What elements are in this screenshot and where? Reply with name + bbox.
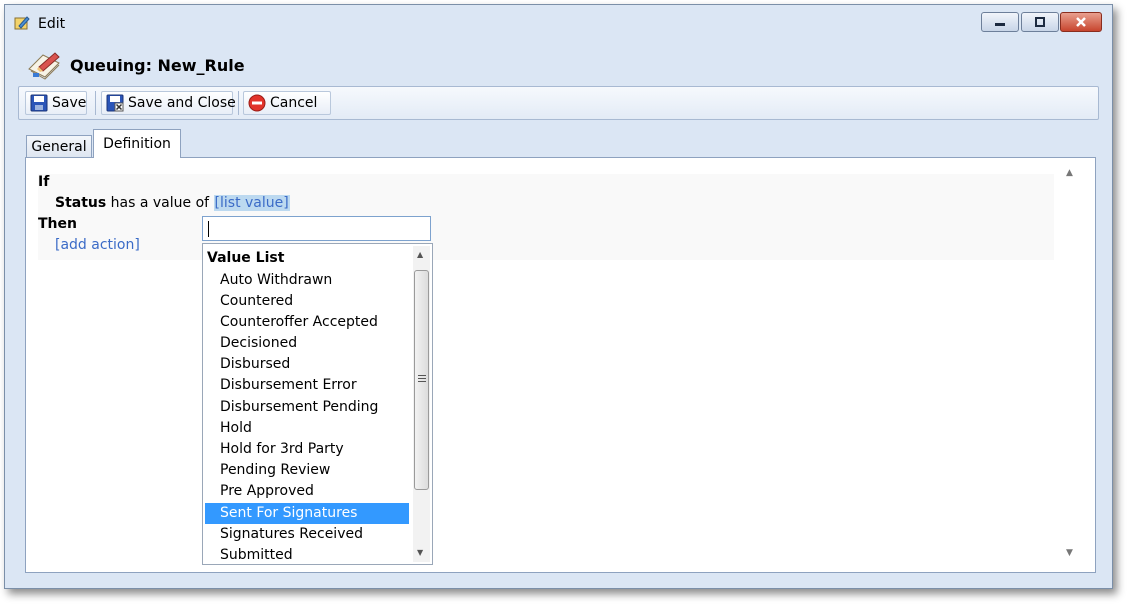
if-label: If: [38, 174, 50, 190]
floppy-close-icon: [106, 94, 124, 112]
toolbar-separator: [238, 91, 239, 115]
scroll-down-icon[interactable]: ▼: [417, 548, 423, 557]
tab-general[interactable]: General: [26, 135, 92, 158]
grip-icon: [418, 375, 426, 384]
add-action-link[interactable]: [add action]: [55, 237, 140, 253]
save-label: Save: [52, 95, 87, 111]
page-title: Queuing: New_Rule: [70, 56, 245, 75]
condition-operator: has a value of: [110, 195, 210, 211]
value-search-input[interactable]: [202, 216, 431, 241]
window-title: Edit: [38, 16, 66, 32]
value-list-item-selected[interactable]: Sent For Signatures: [205, 503, 409, 524]
toolbar: Save Save and Close Cancel: [18, 86, 1099, 120]
close-button[interactable]: [1060, 12, 1102, 32]
edit-pencil-icon: [13, 14, 31, 32]
value-list-scrollbar[interactable]: ▲ ▼: [413, 246, 430, 562]
save-and-close-button[interactable]: Save and Close: [101, 91, 236, 115]
minimize-icon: [982, 13, 1018, 31]
value-list-item[interactable]: Signatures Received: [205, 524, 409, 545]
condition-line: Status has a value of [list value]: [55, 195, 290, 211]
value-list-item[interactable]: Disbursement Pending: [205, 397, 409, 418]
maximize-button[interactable]: [1021, 12, 1059, 32]
value-list-header: Value List: [207, 250, 285, 266]
tab-definition[interactable]: Definition: [93, 129, 181, 158]
definition-panel: If Status has a value of [list value] Th…: [25, 157, 1096, 573]
rule-editor: If Status has a value of [list value] Th…: [38, 174, 1054, 260]
minimize-button[interactable]: [981, 12, 1019, 32]
value-list-item[interactable]: Pending Review: [205, 460, 409, 481]
value-list-item[interactable]: Disbursed: [205, 354, 409, 375]
close-icon: [1061, 13, 1101, 31]
toolbar-separator: [95, 91, 96, 115]
maximize-icon: [1022, 13, 1058, 31]
save-and-close-label: Save and Close: [128, 95, 236, 111]
title-bar: Edit: [5, 5, 1112, 39]
cancel-button[interactable]: Cancel: [243, 91, 331, 115]
value-list-item[interactable]: Countered: [205, 291, 409, 312]
text-caret: [208, 221, 209, 237]
panel-scroll-up-icon[interactable]: ▲: [1066, 168, 1073, 178]
value-list-item[interactable]: Pre Approved: [205, 481, 409, 502]
value-list-item[interactable]: Auto Withdrawn: [205, 270, 409, 291]
then-label: Then: [38, 216, 77, 232]
edit-window: Edit Queuing: New_Rule Save Save and Clo…: [4, 4, 1113, 589]
floppy-disk-icon: [30, 94, 48, 112]
value-list-item[interactable]: Hold for 3rd Party: [205, 439, 409, 460]
cancel-icon: [248, 94, 266, 112]
value-list-item[interactable]: Counteroffer Accepted: [205, 312, 409, 333]
value-list-item[interactable]: Disbursement Error: [205, 375, 409, 396]
cancel-label: Cancel: [270, 95, 318, 111]
value-list-item[interactable]: Submitted: [205, 545, 409, 566]
condition-field: Status: [55, 195, 107, 211]
save-button[interactable]: Save: [25, 91, 87, 115]
panel-scroll-down-icon[interactable]: ▼: [1066, 548, 1073, 558]
value-list-item[interactable]: Decisioned: [205, 333, 409, 354]
scrollbar-thumb[interactable]: [414, 270, 429, 490]
list-value-link[interactable]: [list value]: [213, 195, 290, 211]
queue-rule-icon: [25, 49, 63, 83]
value-list-dropdown: Value List Auto Withdrawn Countered Coun…: [202, 243, 433, 565]
value-list-item[interactable]: Hold: [205, 418, 409, 439]
scroll-up-icon[interactable]: ▲: [417, 250, 423, 259]
